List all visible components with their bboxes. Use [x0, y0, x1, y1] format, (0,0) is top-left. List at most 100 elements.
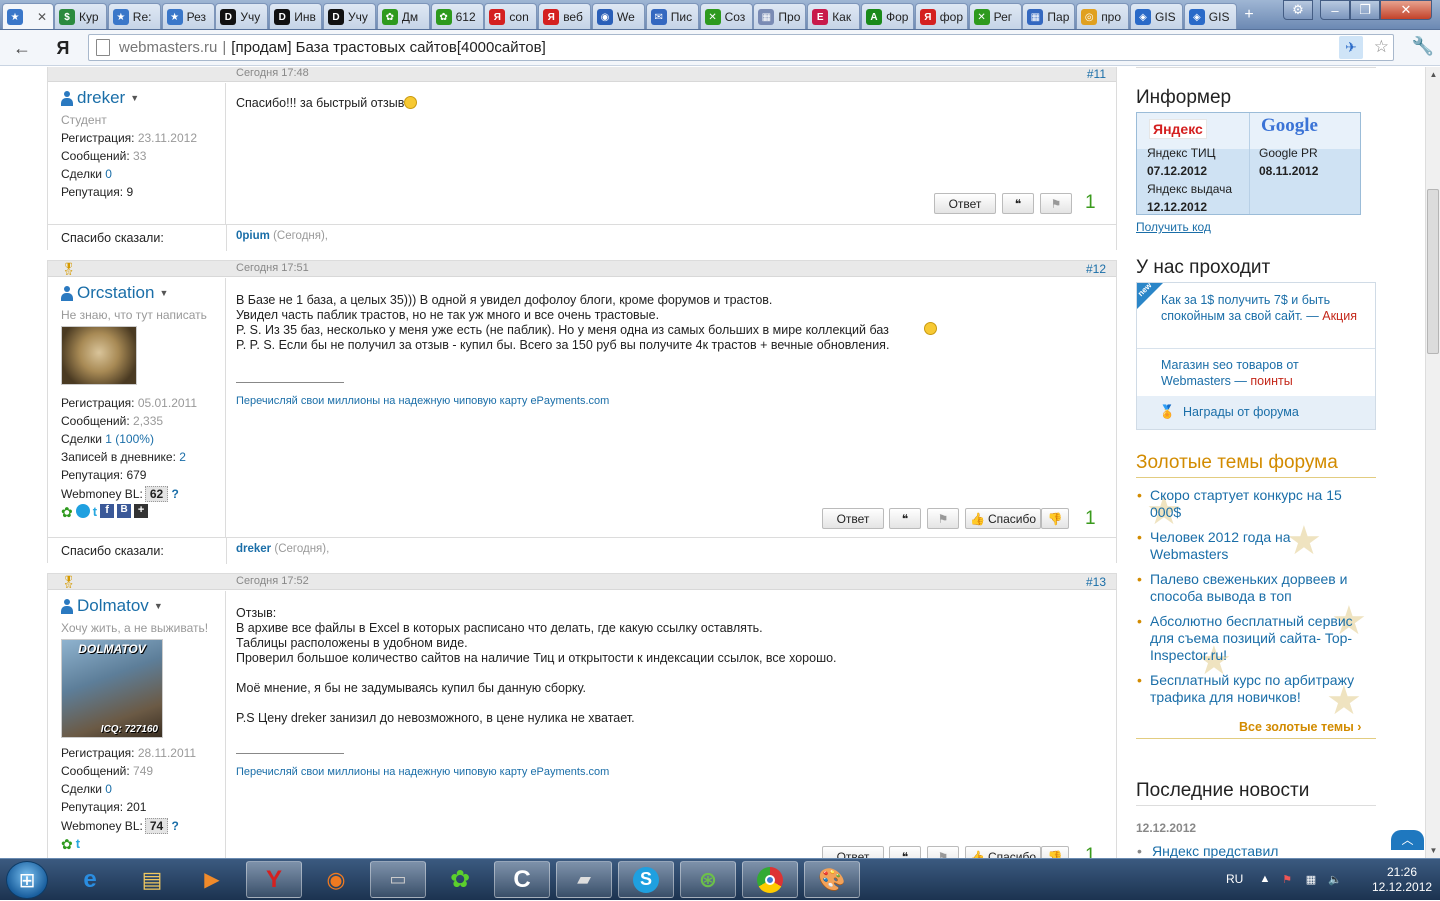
volume-icon[interactable]: 🔈: [1328, 873, 1342, 887]
clock[interactable]: 21:26 12.12.2012: [1372, 865, 1432, 895]
thanks-user[interactable]: dreker (Сегодня),: [236, 543, 329, 555]
gold-topic-link[interactable]: Палево свеженьких дорвеев и способа выво…: [1137, 571, 1360, 605]
network-icon[interactable]: ▦: [1304, 873, 1318, 887]
username[interactable]: dreker ▼: [61, 88, 139, 108]
thanks-button[interactable]: 👍 Спасибо: [965, 846, 1041, 858]
browser-tab[interactable]: D Инв: [269, 3, 323, 29]
thumbs-down-icon[interactable]: 👎: [1041, 846, 1069, 858]
browser-tab[interactable]: ◉ We: [592, 3, 645, 29]
yandex-button[interactable]: Я: [50, 36, 76, 60]
browser-tab[interactable]: Явеб: [538, 3, 592, 29]
ie-icon[interactable]: e: [62, 861, 118, 898]
gold-topic-link[interactable]: Скоро стартует конкурс на 15 000$: [1137, 487, 1360, 521]
vertical-scrollbar[interactable]: ▲ ▼: [1425, 67, 1440, 858]
post-number[interactable]: #13: [1086, 575, 1106, 589]
quote-icon[interactable]: ❝: [889, 508, 921, 529]
avatar[interactable]: [61, 326, 137, 385]
deals-link[interactable]: 0: [105, 782, 112, 796]
paint-icon[interactable]: 🎨: [804, 861, 860, 898]
twitter-icon[interactable]: t: [76, 836, 80, 853]
icq-icon[interactable]: ✿: [432, 861, 488, 898]
browser-tab[interactable]: Яфор: [914, 3, 968, 29]
yandex-browser-icon[interactable]: Y: [246, 861, 302, 898]
deals-link[interactable]: 1 (100%): [105, 432, 154, 446]
plus-icon[interactable]: +: [134, 504, 149, 518]
promo-item[interactable]: Магазин seo товаров от Webmasters — поин…: [1161, 357, 1361, 389]
browser-tab[interactable]: ◈ GIS: [1183, 3, 1237, 29]
thanks-user[interactable]: 0pium (Сегодня),: [236, 230, 328, 242]
browser-tab[interactable]: ✉ Пис: [645, 3, 699, 29]
browser-tab[interactable]: ▦ Про: [753, 3, 807, 29]
facebook-icon[interactable]: f: [100, 504, 115, 518]
browser-tab[interactable]: $ Кур: [54, 3, 107, 29]
language-indicator[interactable]: RU: [1226, 872, 1243, 886]
diary-link[interactable]: 2: [179, 450, 186, 464]
gold-topic-link[interactable]: Человек 2012 года на Webmasters: [1137, 529, 1360, 563]
news-link[interactable]: Яндекс представил: [1152, 843, 1278, 858]
browser-tab[interactable]: D Учу: [323, 3, 376, 29]
thanks-button[interactable]: 👍 Спасибо: [965, 508, 1041, 529]
flag-icon[interactable]: ⚑: [1040, 193, 1072, 214]
webmoney-badge[interactable]: 62: [144, 486, 169, 502]
close-window-button[interactable]: ✕: [1380, 0, 1432, 20]
username[interactable]: Orcstation ▼: [61, 283, 168, 303]
gold-topic-link[interactable]: Абсолютно бесплатный сервис для съема по…: [1137, 613, 1365, 664]
scanner-icon[interactable]: ▭: [370, 861, 426, 898]
avatar[interactable]: DOLMATOV ICQ: 727160: [61, 639, 163, 738]
chrome-icon[interactable]: [742, 861, 798, 898]
scroll-down-arrow-icon[interactable]: ▼: [1426, 843, 1440, 858]
browser-tab[interactable]: ★ Рез: [161, 3, 215, 29]
back-button[interactable]: ←: [9, 36, 35, 60]
minimize-button[interactable]: –: [1320, 0, 1350, 20]
gold-topic-link[interactable]: Бесплатный курс по арбитражу трафика для…: [1137, 672, 1365, 706]
bookmark-star-icon[interactable]: ☆: [1374, 37, 1389, 57]
signature-link[interactable]: Перечисляй свои миллионы на надежную чип…: [236, 766, 609, 778]
reply-button[interactable]: Ответ: [934, 193, 996, 214]
skype-icon[interactable]: [75, 504, 90, 518]
browser-tab[interactable]: ✕ Соз: [699, 3, 753, 29]
reply-button[interactable]: Ответ: [822, 508, 884, 529]
browser-tab[interactable]: E Как: [807, 3, 861, 29]
browser-tab[interactable]: ✿ Дм: [376, 3, 430, 29]
browser-tab[interactable]: ▦ Пар: [1022, 3, 1076, 29]
explorer-icon[interactable]: ▤: [124, 861, 180, 898]
disk-icon[interactable]: ▰: [556, 861, 612, 898]
blog-icon[interactable]: B: [117, 504, 132, 518]
twitter-icon[interactable]: t: [93, 504, 97, 521]
browser-tab[interactable]: D Учу: [215, 3, 269, 29]
scroll-up-arrow-icon[interactable]: ▲: [1426, 67, 1440, 82]
wrench-icon[interactable]: 🔧: [1410, 36, 1436, 60]
awards-row[interactable]: 🏅 Награды от форума: [1137, 396, 1375, 429]
post-number[interactable]: #12: [1086, 262, 1106, 276]
start-button[interactable]: ⊞: [6, 861, 48, 899]
tray-arrow-icon[interactable]: ▲: [1258, 873, 1272, 887]
icq-icon[interactable]: ✿: [61, 504, 73, 521]
awards-link[interactable]: Награды от форума: [1183, 405, 1299, 419]
thumbs-down-icon[interactable]: 👎: [1041, 508, 1069, 529]
quote-icon[interactable]: ❝: [889, 846, 921, 858]
flag-icon[interactable]: ⚑: [927, 846, 959, 858]
media-player-icon[interactable]: ▶: [184, 861, 240, 898]
browser-tab[interactable]: Яcon: [484, 3, 538, 29]
signature-link[interactable]: Перечисляй свои миллионы на надежную чип…: [236, 395, 609, 407]
browser-tab[interactable]: ✕ Рег: [968, 3, 1022, 29]
close-tab-icon[interactable]: ✕: [37, 10, 47, 24]
help-icon[interactable]: ?: [172, 487, 179, 501]
promo-item[interactable]: Как за 1$ получить 7$ и быть спокойным з…: [1161, 292, 1361, 324]
app-c-icon[interactable]: C: [494, 861, 550, 898]
flag-tray-icon[interactable]: ⚑: [1280, 873, 1294, 887]
browser-tab[interactable]: ◈ GIS: [1130, 3, 1183, 29]
deals-link[interactable]: 0: [105, 167, 112, 181]
post-number[interactable]: #11: [1087, 67, 1106, 81]
settings-icon[interactable]: ⚙: [1283, 0, 1313, 20]
quote-icon[interactable]: ❝: [1002, 193, 1034, 214]
flag-icon[interactable]: ⚑: [927, 508, 959, 529]
reply-button[interactable]: Ответ: [822, 846, 884, 858]
browser-tab[interactable]: ★ Re:: [107, 3, 161, 29]
firefox-icon[interactable]: ◉: [308, 861, 364, 898]
maximize-button[interactable]: ❐: [1350, 0, 1380, 20]
scrollbar-thumb[interactable]: [1427, 189, 1439, 354]
globe-icon[interactable]: ⊛: [680, 861, 736, 898]
browser-tab[interactable]: ✿ 612: [430, 3, 484, 29]
help-icon[interactable]: ?: [172, 819, 179, 833]
